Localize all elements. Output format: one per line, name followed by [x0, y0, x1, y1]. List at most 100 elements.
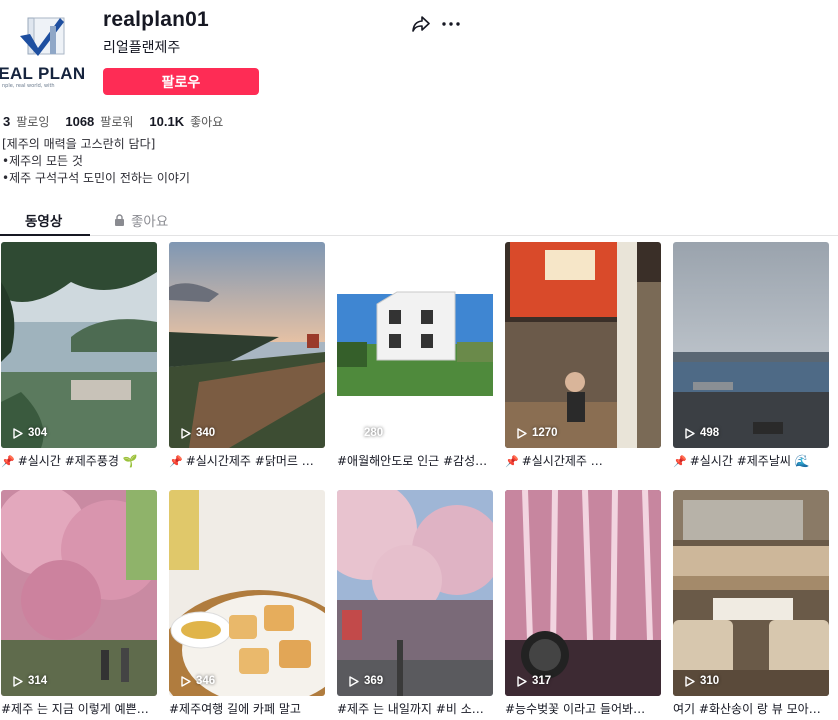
video-thumbnail[interactable]: 369 [337, 490, 493, 696]
video-card[interactable]: 369 #제주 는 내일까지 #비 소… [337, 490, 493, 718]
more-options-button[interactable] [440, 13, 462, 35]
view-count: 310 [685, 675, 719, 687]
view-count: 340 [181, 427, 215, 439]
video-caption[interactable]: 📌 #실시간제주 #닭머르 … [169, 452, 325, 470]
video-caption[interactable]: 📌 #실시간제주 … [505, 452, 661, 470]
play-icon [181, 675, 191, 687]
video-caption-text: #실시간제주 … [521, 454, 603, 468]
pin-icon: 📌 [1, 455, 15, 468]
pin-icon: 📌 [673, 455, 687, 468]
view-count-value: 340 [196, 427, 216, 439]
video-thumbnail[interactable]: 1270 [505, 242, 661, 448]
video-caption-text: #제주 는 지금 이렇게 예쁜… [1, 702, 149, 716]
view-count: 346 [181, 675, 215, 687]
followers-count: 1068 [65, 114, 95, 129]
share-button[interactable] [410, 13, 432, 35]
play-icon [517, 427, 527, 439]
video-caption-text: #실시간 #제주날씨 🌊 [689, 454, 810, 468]
play-icon [13, 427, 23, 439]
video-thumbnail[interactable]: 310 [673, 490, 829, 696]
share-icon [412, 16, 430, 32]
more-icon [442, 22, 460, 26]
video-card[interactable]: 346 #제주여행 길에 카페 말고 [169, 490, 325, 718]
video-card[interactable]: 280 #애월해안도로 인근 #감성… [337, 242, 493, 470]
video-card[interactable]: 314 #제주 는 지금 이렇게 예쁜… [1, 490, 157, 718]
view-count-value: 280 [364, 427, 384, 439]
profile-tabs: 동영상 좋아요 [0, 204, 838, 236]
following-label: 팔로잉 [16, 115, 50, 129]
realplan-logo-icon [20, 17, 65, 56]
view-count-value: 1270 [532, 427, 558, 439]
play-icon [517, 675, 527, 687]
tab-active-underline [0, 234, 90, 236]
video-thumbnail[interactable]: 498 [673, 242, 829, 448]
username: realplan01 [103, 8, 209, 31]
pin-icon: 📌 [505, 455, 519, 468]
video-caption-text: 여기 #화산송이 랑 뷰 모아… [673, 702, 821, 716]
video-caption[interactable]: 📌 #실시간 #제주날씨 🌊 [673, 452, 829, 470]
lock-icon [115, 214, 124, 226]
avatar-tagline: nple, real world, with [2, 83, 55, 89]
view-count: 1270 [517, 427, 558, 439]
play-icon [181, 427, 191, 439]
follow-button[interactable]: 팔로우 [103, 68, 259, 95]
bio-line: •제주의 모든 것 [2, 154, 83, 168]
nickname: 리얼플랜제주 [103, 40, 181, 56]
followers-stat[interactable]: 1068 팔로워 [65, 113, 133, 130]
video-caption[interactable]: 여기 #화산송이 랑 뷰 모아… [673, 700, 829, 718]
video-thumbnail[interactable]: 314 [1, 490, 157, 696]
play-icon [349, 427, 359, 439]
video-card[interactable]: 1270 📌 #실시간제주 … [505, 242, 661, 470]
video-caption-text: #제주 는 내일까지 #비 소… [337, 702, 484, 716]
video-thumbnail[interactable]: 304 [1, 242, 157, 448]
view-count: 498 [685, 427, 719, 439]
video-card[interactable]: 317 #능수벚꽃 이라고 들어봐… [505, 490, 661, 718]
play-icon [685, 427, 695, 439]
view-count-value: 304 [28, 427, 48, 439]
tab-videos[interactable]: 동영상 [25, 210, 62, 230]
followers-label: 팔로워 [100, 115, 134, 129]
play-icon [685, 675, 695, 687]
video-caption-text: #제주여행 길에 카페 말고 [169, 702, 301, 716]
video-card[interactable]: 304 📌 #실시간 #제주풍경 🌱 [1, 242, 157, 470]
video-thumbnail[interactable]: 317 [505, 490, 661, 696]
video-caption[interactable]: #능수벚꽃 이라고 들어봐… [505, 700, 661, 718]
video-card[interactable]: 310 여기 #화산송이 랑 뷰 모아… [673, 490, 829, 718]
video-caption[interactable]: #제주여행 길에 카페 말고 [169, 700, 325, 718]
view-count-value: 314 [28, 675, 48, 687]
bio: [제주의 매력을 고스란히 담다] •제주의 모든 것 •제주 구석구석 도민이… [2, 136, 190, 187]
video-caption-text: #애월해안도로 인근 #감성… [337, 454, 488, 468]
view-count: 369 [349, 675, 383, 687]
video-card[interactable]: 340 📌 #실시간제주 #닭머르 … [169, 242, 325, 470]
view-count-value: 310 [700, 675, 720, 687]
pin-icon: 📌 [169, 455, 183, 468]
video-caption[interactable]: 📌 #실시간 #제주풍경 🌱 [1, 452, 157, 470]
tab-liked[interactable]: 좋아요 [114, 210, 168, 230]
view-count: 317 [517, 675, 551, 687]
video-caption-text: #실시간 #제주풍경 🌱 [17, 454, 138, 468]
likes-count: 10.1K [149, 114, 185, 129]
bio-line: [제주의 매력을 고스란히 담다] [2, 137, 156, 151]
video-card[interactable]: 498 📌 #실시간 #제주날씨 🌊 [673, 242, 829, 470]
play-icon [13, 675, 23, 687]
video-thumbnail[interactable]: 280 [337, 242, 493, 448]
bio-line: •제주 구석구석 도민이 전하는 이야기 [2, 171, 190, 185]
profile-stats: 3 팔로잉 1068 팔로워 10.1K 좋아요 [3, 113, 239, 130]
video-thumbnail[interactable]: 340 [169, 242, 325, 448]
view-count: 280 [349, 427, 383, 439]
likes-label: 좋아요 [190, 115, 224, 129]
view-count: 304 [13, 427, 47, 439]
view-count: 314 [13, 675, 47, 687]
video-caption[interactable]: #애월해안도로 인근 #감성… [337, 452, 493, 470]
video-caption-text: #능수벚꽃 이라고 들어봐… [505, 702, 646, 716]
tab-liked-label: 좋아요 [131, 214, 169, 230]
following-stat[interactable]: 3 팔로잉 [3, 113, 49, 130]
video-caption[interactable]: #제주 는 내일까지 #비 소… [337, 700, 493, 718]
video-caption[interactable]: #제주 는 지금 이렇게 예쁜… [1, 700, 157, 718]
avatar[interactable]: 'EAL PLAN nple, real world, with [0, 12, 88, 92]
likes-stat: 10.1K 좋아요 [149, 113, 223, 130]
view-count-value: 317 [532, 675, 552, 687]
video-thumbnail[interactable]: 346 [169, 490, 325, 696]
video-caption-text: #실시간제주 #닭머르 … [185, 454, 314, 468]
view-count-value: 498 [700, 427, 720, 439]
